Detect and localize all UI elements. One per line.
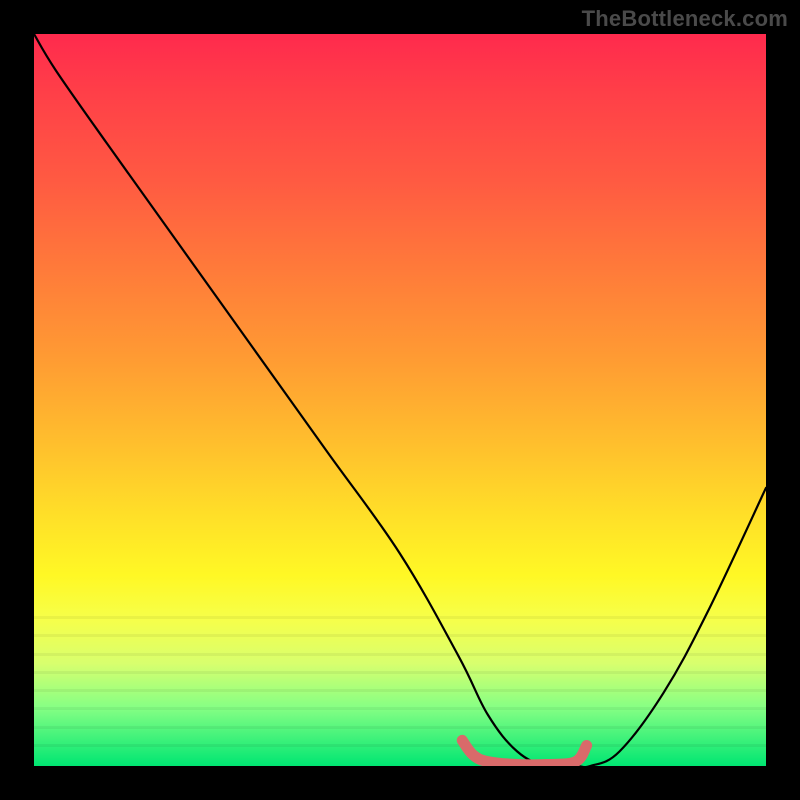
chart-stage: TheBottleneck.com	[0, 0, 800, 800]
plot-area	[34, 34, 766, 766]
watermark-text: TheBottleneck.com	[582, 6, 788, 32]
sweet-spot-marker	[462, 740, 586, 765]
curve-svg	[34, 34, 766, 766]
bottleneck-curve	[34, 34, 766, 766]
